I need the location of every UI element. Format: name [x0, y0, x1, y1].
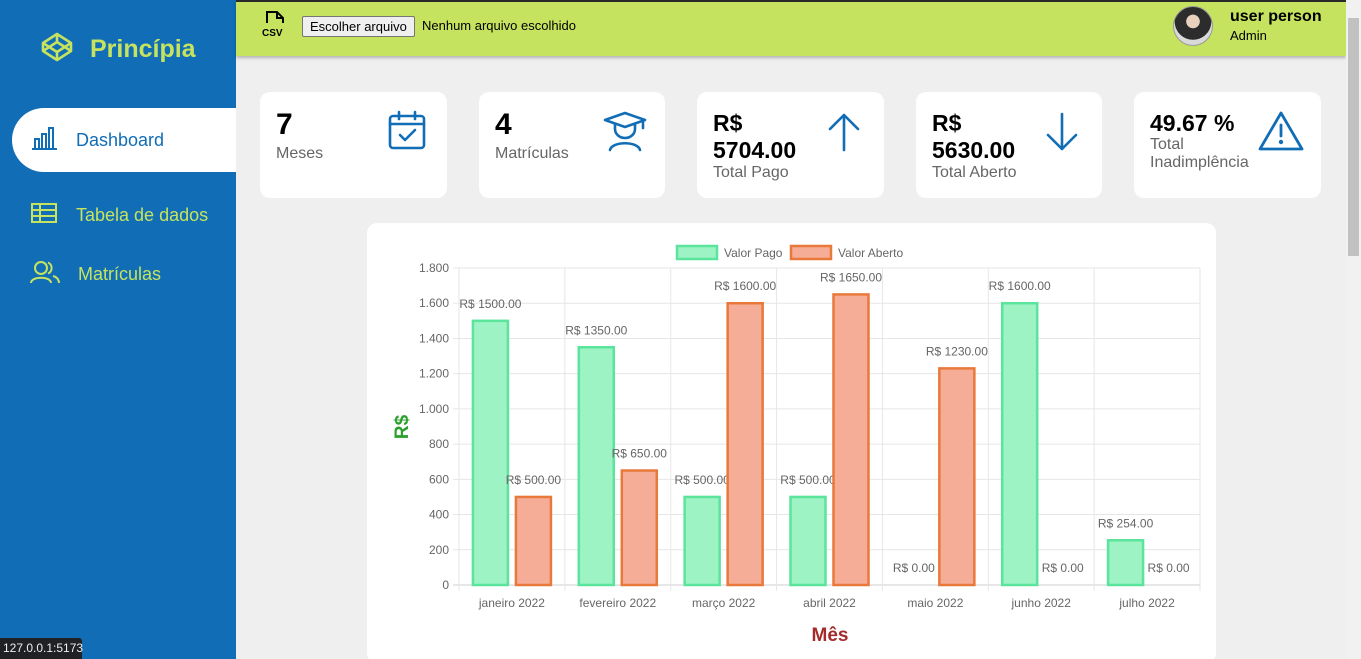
graduate-icon — [603, 110, 647, 157]
brand-name: Princípia — [90, 35, 196, 63]
data-label: R$ 1500.00 — [459, 297, 521, 311]
data-label: R$ 0.00 — [1042, 561, 1084, 575]
sidebar-item-label: Matrículas — [78, 263, 162, 284]
card-matriculas: 4 Matrículas — [479, 92, 665, 198]
avatar[interactable] — [1173, 6, 1213, 46]
card-value: 4 — [495, 108, 512, 141]
users-icon — [30, 260, 60, 289]
bar-valor-aberto — [620, 469, 659, 587]
bar-valor-pago — [789, 495, 827, 587]
data-label: R$ 1230.00 — [926, 344, 988, 358]
card-meses: 7 Meses — [260, 92, 447, 198]
sidebar-item-matriculas[interactable]: Matrículas — [12, 242, 236, 306]
data-label: R$ 254.00 — [1098, 516, 1154, 530]
card-label: Total Aberto — [932, 164, 1017, 181]
warning-icon — [1258, 110, 1304, 157]
status-url: 127.0.0.1:5173 — [0, 638, 83, 659]
y-tick-label: 1.800 — [419, 261, 449, 275]
bar-valor-pago — [577, 346, 616, 587]
card-value-amount: 5704.00 — [713, 137, 797, 163]
sidebar-item-label: Dashboard — [76, 129, 165, 150]
calendar-check-icon — [388, 110, 426, 155]
x-tick-label: abril 2022 — [803, 596, 856, 610]
bar-valor-aberto — [938, 367, 976, 587]
sidebar: Princípia Dashboard Tabela de dados Matr… — [0, 0, 236, 659]
data-label: R$ 1350.00 — [565, 323, 627, 337]
brand[interactable]: Princípia — [40, 30, 196, 69]
sidebar-item-label: Tabela de dados — [76, 204, 209, 225]
card-label: Meses — [276, 145, 324, 162]
legend-label: Valor Aberto — [838, 246, 903, 260]
bar-valor-pago — [1106, 539, 1145, 587]
user-role: Admin — [1230, 28, 1267, 43]
y-tick-label: 600 — [429, 472, 449, 486]
y-tick-label: 800 — [429, 437, 449, 451]
x-axis-title: Mês — [812, 625, 849, 646]
card-inadimplencia: 49.67 % Total Inadimplência — [1134, 92, 1321, 198]
y-tick-label: 200 — [429, 543, 449, 557]
card-label: Total Pago — [713, 164, 789, 181]
csv-file-icon[interactable]: CSV — [262, 10, 288, 43]
legend-label: Valor Pago — [724, 246, 783, 260]
bar-valor-pago — [471, 319, 510, 587]
card-total-aberto: R$ 5630.00 Total Aberto — [916, 92, 1102, 198]
chart-card: 0 200 400 600 800 1.000 1.200 1.400 1.600 1.800 R$… — [367, 223, 1216, 659]
card-label-line1: Total — [1150, 136, 1184, 153]
arrow-up-icon — [827, 112, 861, 157]
x-tick-label: maio 2022 — [907, 596, 963, 610]
card-value: 49.67 % — [1150, 110, 1235, 136]
card-value-currency: R$ — [713, 110, 743, 136]
data-label: R$ 500.00 — [506, 473, 562, 487]
data-label: R$ 500.00 — [780, 473, 836, 487]
legend-swatch — [789, 244, 833, 261]
data-label: R$ 500.00 — [674, 473, 730, 487]
bar-valor-pago — [683, 495, 721, 587]
data-label: R$ 0.00 — [893, 561, 935, 575]
file-status-text: Nenhum arquivo escolhido — [422, 18, 576, 33]
y-axis-title: R$ — [392, 414, 413, 439]
bar-valor-pago — [1000, 301, 1039, 587]
x-tick-label: janeiro 2022 — [478, 596, 545, 610]
card-label: Matrículas — [495, 145, 569, 162]
data-label: R$ 1600.00 — [714, 279, 776, 293]
arrow-down-icon — [1045, 112, 1079, 157]
card-value-currency: R$ — [932, 110, 962, 136]
bar-valor-aberto — [726, 301, 764, 587]
bar-valor-aberto — [832, 293, 870, 587]
card-total-pago: R$ 5704.00 Total Pago — [697, 92, 884, 198]
y-tick-label: 1.000 — [419, 402, 449, 416]
sidebar-item-dashboard[interactable]: Dashboard — [12, 108, 236, 172]
y-tick-label: 0 — [442, 578, 449, 592]
x-tick-label: junho 2022 — [1011, 596, 1072, 610]
bar-chart-icon — [30, 126, 58, 155]
legend-swatch — [675, 244, 719, 261]
y-tick-label: 1.200 — [419, 367, 449, 381]
y-tick-label: 400 — [429, 508, 449, 522]
svg-text:CSV: CSV — [262, 28, 283, 38]
table-icon — [30, 202, 58, 229]
scrollbar[interactable] — [1346, 0, 1361, 659]
data-label: R$ 1650.00 — [820, 270, 882, 284]
bar-valor-aberto — [514, 495, 553, 587]
bar-chart: 0 200 400 600 800 1.000 1.200 1.400 1.600 1.800 R$… — [392, 244, 1201, 646]
data-label: R$ 650.00 — [612, 447, 668, 461]
data-label: R$ 0.00 — [1148, 561, 1190, 575]
y-tick-label: 1.400 — [419, 331, 449, 345]
user-name: user person — [1230, 8, 1322, 25]
data-label: R$ 1600.00 — [989, 279, 1051, 293]
codepen-logo-icon — [40, 30, 74, 69]
x-tick-label: julho 2022 — [1118, 596, 1175, 610]
y-tick-label: 1.600 — [419, 296, 449, 310]
card-value: 7 — [276, 108, 293, 141]
top-bar: CSV Escolher arquivo Nenhum arquivo esco… — [236, 0, 1346, 56]
card-label-line2: Inadimplência — [1150, 154, 1249, 171]
x-tick-label: fevereiro 2022 — [579, 596, 656, 610]
scrollbar-thumb[interactable] — [1348, 18, 1359, 256]
file-choose-button[interactable]: Escolher arquivo — [302, 16, 415, 37]
card-value-amount: 5630.00 — [932, 137, 1016, 163]
sidebar-item-tabela[interactable]: Tabela de dados — [12, 183, 236, 247]
x-tick-label: março 2022 — [692, 596, 756, 610]
